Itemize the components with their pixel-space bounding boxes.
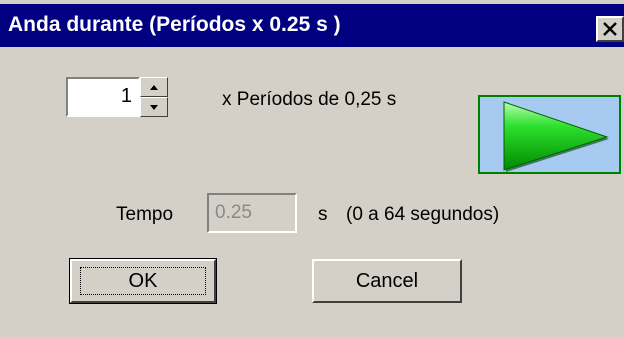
play-triangle-icon: [503, 101, 609, 172]
play-button[interactable]: [478, 95, 621, 174]
cancel-button[interactable]: Cancel: [312, 259, 462, 303]
periods-input[interactable]: 1: [66, 77, 140, 117]
cancel-button-label: Cancel: [355, 269, 419, 292]
periods-spinner: [140, 77, 168, 117]
close-button[interactable]: [596, 16, 624, 42]
periods-label: x Períodos de 0,25 s: [222, 89, 397, 110]
spin-up-button[interactable]: [140, 77, 168, 97]
dialog-window: Anda durante (Períodos x 0.25 s ) 1 x Pe…: [0, 0, 624, 337]
ok-button[interactable]: OK: [69, 258, 217, 304]
spin-down-icon: [150, 104, 158, 110]
window-title: Anda durante (Períodos x 0.25 s ): [8, 13, 341, 36]
tempo-field: 0.25: [207, 193, 297, 233]
focus-rectangle: [80, 267, 206, 295]
tempo-label: Tempo: [116, 204, 174, 225]
spin-up-icon: [150, 84, 158, 90]
tempo-range: (0 a 64 segundos): [346, 204, 500, 225]
tempo-unit: s: [318, 204, 328, 225]
close-icon: [603, 22, 617, 36]
spin-down-button[interactable]: [140, 97, 168, 117]
title-bar[interactable]: Anda durante (Períodos x 0.25 s ): [0, 4, 624, 47]
